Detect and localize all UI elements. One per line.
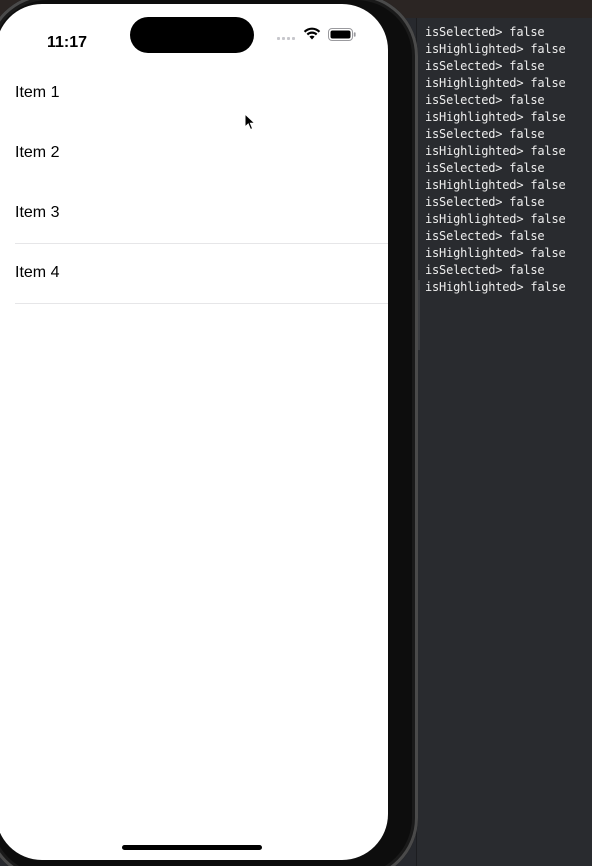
simulator-screen[interactable]: 11:17 Item 1 Item 2 Item 3 Item 4 — [0, 4, 388, 860]
status-bar-time: 11:17 — [47, 34, 88, 51]
debug-console[interactable]: isSelected> false isHighlighted> false i… — [416, 18, 592, 866]
console-output: isSelected> false isHighlighted> false i… — [425, 24, 566, 296]
row-label: Item 3 — [15, 204, 60, 221]
row-label: Item 1 — [15, 84, 60, 101]
console-line: isHighlighted> false — [425, 246, 566, 260]
mouse-pointer-icon — [244, 113, 256, 131]
console-line: isHighlighted> false — [425, 110, 566, 124]
console-line: isSelected> false — [425, 263, 545, 277]
console-line: isHighlighted> false — [425, 42, 566, 56]
console-line: isSelected> false — [425, 59, 545, 73]
table-row[interactable]: Item 2 — [0, 124, 388, 184]
console-line: isHighlighted> false — [425, 212, 566, 226]
dynamic-island — [130, 17, 254, 53]
battery-icon — [328, 28, 356, 41]
home-indicator[interactable] — [122, 845, 262, 850]
table-row[interactable]: Item 1 — [0, 64, 388, 124]
console-line: isSelected> false — [425, 127, 545, 141]
row-label: Item 2 — [15, 144, 60, 161]
console-line: isSelected> false — [425, 195, 545, 209]
table-row[interactable]: Item 3 — [0, 184, 388, 244]
console-line: isHighlighted> false — [425, 280, 566, 294]
iphone-simulator-frame: 11:17 Item 1 Item 2 Item 3 Item 4 — [0, 0, 418, 866]
console-line: isSelected> false — [425, 161, 545, 175]
console-line: isHighlighted> false — [425, 144, 566, 158]
cellular-signal-icon — [277, 37, 295, 40]
console-line: isHighlighted> false — [425, 76, 566, 90]
wifi-icon — [303, 27, 321, 40]
console-line: isSelected> false — [425, 25, 545, 39]
console-line: isSelected> false — [425, 93, 545, 107]
console-line: isHighlighted> false — [425, 178, 566, 192]
table-row[interactable]: Item 4 — [0, 244, 388, 304]
row-label: Item 4 — [15, 264, 60, 281]
xcode-window: isSelected> false isHighlighted> false i… — [0, 0, 592, 866]
row-separator — [15, 303, 388, 304]
table-view[interactable]: Item 1 Item 2 Item 3 Item 4 — [0, 64, 388, 304]
console-line: isSelected> false — [425, 229, 545, 243]
